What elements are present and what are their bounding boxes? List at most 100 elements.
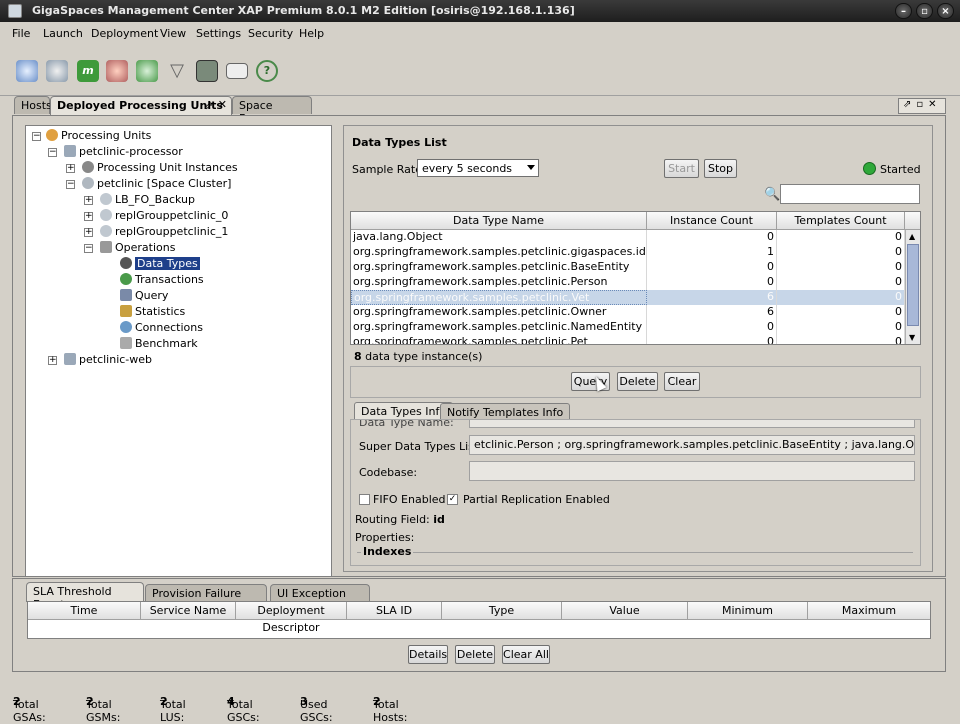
close-tab-icon[interactable]: ✕ bbox=[218, 98, 227, 111]
status-used-gscs: Used GSCs: 3 bbox=[300, 695, 333, 724]
delete-button[interactable]: Delete bbox=[617, 372, 658, 391]
super-types-field[interactable]: etclinic.Person ; org.springframework.sa… bbox=[469, 435, 915, 455]
expand-repl1-icon[interactable]: + bbox=[84, 228, 93, 237]
clear-button[interactable]: Clear bbox=[664, 372, 700, 391]
undeploy-icon[interactable] bbox=[46, 60, 68, 82]
events-delete-button[interactable]: Delete bbox=[455, 645, 495, 664]
table-scrollbar[interactable]: ▲ ▼ bbox=[905, 230, 920, 344]
tree-lb-fo-backup[interactable]: LB_FO_Backup bbox=[100, 193, 195, 206]
start-button[interactable]: Start bbox=[664, 159, 699, 178]
column-header-instances[interactable]: Instance Count bbox=[647, 212, 777, 230]
column-header-name[interactable]: Data Type Name bbox=[351, 212, 647, 230]
tab-hosts[interactable]: Hosts bbox=[14, 96, 52, 114]
console-icon[interactable] bbox=[226, 63, 248, 79]
search-input[interactable] bbox=[780, 184, 920, 204]
cluster-icon[interactable] bbox=[106, 60, 128, 82]
expand-web-icon[interactable]: + bbox=[48, 356, 57, 365]
table-row[interactable]: org.springframework.samples.petclinic.Pe… bbox=[351, 275, 905, 290]
tree-data-types[interactable]: Data Types bbox=[120, 257, 200, 270]
table-row-selected[interactable]: org.springframework.samples.petclinic.Ve… bbox=[351, 290, 905, 305]
cell-templates: 0 bbox=[777, 320, 905, 335]
data-type-name-field[interactable] bbox=[469, 420, 915, 428]
benchmark-icon bbox=[120, 337, 132, 349]
mule-icon[interactable]: m bbox=[77, 60, 99, 82]
tree-label: replGrouppetclinic_1 bbox=[115, 225, 229, 238]
refresh-icon[interactable] bbox=[136, 60, 158, 82]
close-button[interactable]: × bbox=[937, 3, 954, 19]
tab-sla-threshold-events[interactable]: SLA Threshold Events bbox=[26, 582, 144, 611]
sample-rate-select[interactable]: every 5 seconds bbox=[417, 159, 539, 177]
column-header-deployment-descriptor[interactable]: Deployment Descriptor bbox=[236, 602, 347, 634]
column-header-sla-id[interactable]: SLA ID bbox=[347, 602, 442, 620]
tree-benchmark[interactable]: Benchmark bbox=[120, 337, 198, 350]
tree-space-cluster[interactable]: petclinic [Space Cluster] bbox=[82, 177, 231, 190]
sample-rate-value: every 5 seconds bbox=[422, 162, 513, 175]
tab-provision-failure-events[interactable]: Provision Failure Events bbox=[145, 584, 267, 613]
partial-replication-checkbox[interactable]: ✓ bbox=[447, 494, 458, 505]
tree-query[interactable]: Query bbox=[120, 289, 168, 302]
deploy-icon[interactable] bbox=[16, 60, 38, 82]
processing-units-icon bbox=[46, 129, 58, 141]
table-row[interactable]: org.springframework.samples.petclinic.Ow… bbox=[351, 305, 905, 320]
menu-help[interactable]: Help bbox=[299, 27, 324, 40]
column-header-service-name[interactable]: Service Name bbox=[141, 602, 236, 620]
collapse-processor-icon[interactable]: − bbox=[48, 148, 57, 157]
tab-notify-templates-info[interactable]: Notify Templates Info bbox=[440, 403, 571, 420]
menu-security[interactable]: Security bbox=[248, 27, 293, 40]
fifo-checkbox[interactable] bbox=[359, 494, 370, 505]
table-row[interactable]: java.lang.Object 0 0 bbox=[351, 230, 905, 245]
column-header-templates[interactable]: Templates Count bbox=[777, 212, 905, 230]
menu-deployment[interactable]: Deployment bbox=[91, 27, 158, 40]
tab-data-types-info[interactable]: Data Types Info bbox=[354, 402, 454, 419]
tree-transactions[interactable]: Transactions bbox=[120, 273, 204, 286]
menu-view[interactable]: View bbox=[160, 27, 186, 40]
stop-button[interactable]: Stop bbox=[704, 159, 737, 178]
tree-processing-units[interactable]: Processing Units bbox=[46, 129, 151, 142]
expand-lb-icon[interactable]: + bbox=[84, 196, 93, 205]
expand-instances-icon[interactable]: + bbox=[66, 164, 75, 173]
column-header-type[interactable]: Type bbox=[442, 602, 562, 620]
scroll-down-icon[interactable]: ▼ bbox=[909, 333, 915, 342]
column-header-value[interactable]: Value bbox=[562, 602, 688, 620]
gateway-icon[interactable] bbox=[196, 60, 218, 82]
table-row[interactable]: org.springframework.samples.petclinic.Na… bbox=[351, 320, 905, 335]
menu-file[interactable]: File bbox=[12, 27, 30, 40]
tab-deployed-processing-units[interactable]: Deployed Processing Units ⇗ ✕ bbox=[50, 96, 232, 116]
table-row[interactable]: org.springframework.samples.petclinic.Ba… bbox=[351, 260, 905, 275]
scroll-up-icon[interactable]: ▲ bbox=[909, 232, 915, 241]
tree-repl-group-1[interactable]: replGrouppetclinic_1 bbox=[100, 225, 228, 238]
help-icon[interactable]: ? bbox=[256, 60, 278, 82]
tree-label: replGrouppetclinic_0 bbox=[115, 209, 229, 222]
tab-space-browser[interactable]: Space Browser bbox=[232, 96, 312, 125]
table-row[interactable]: org.springframework.samples.petclinic.Pe… bbox=[351, 335, 905, 344]
minimize-button[interactable]: – bbox=[895, 3, 912, 19]
tree-petclinic-processor[interactable]: petclinic-processor bbox=[64, 145, 183, 158]
app-icon bbox=[8, 4, 22, 18]
details-button[interactable]: Details bbox=[408, 645, 448, 664]
summary-text: 8 data type instance(s) bbox=[354, 350, 482, 363]
tree-connections[interactable]: Connections bbox=[120, 321, 203, 334]
tree-petclinic-web[interactable]: petclinic-web bbox=[64, 353, 152, 366]
column-header-minimum[interactable]: Minimum bbox=[688, 602, 808, 620]
column-header-time[interactable]: Time bbox=[28, 602, 141, 620]
menu-launch[interactable]: Launch bbox=[43, 27, 83, 40]
clear-all-button[interactable]: Clear All bbox=[502, 645, 550, 664]
table-row[interactable]: org.springframework.samples.petclinic.gi… bbox=[351, 245, 905, 260]
column-header-maximum[interactable]: Maximum bbox=[808, 602, 930, 620]
tree-processing-unit-instances[interactable]: Processing Unit Instances bbox=[82, 161, 238, 174]
menu-settings[interactable]: Settings bbox=[196, 27, 241, 40]
tree-operations[interactable]: Operations bbox=[100, 241, 175, 254]
codebase-field[interactable] bbox=[469, 461, 915, 481]
collapse-operations-icon[interactable]: − bbox=[84, 244, 93, 253]
maximize-button[interactable]: ▫ bbox=[916, 3, 933, 19]
pin-icon[interactable]: ⇗ bbox=[204, 99, 213, 112]
tree-repl-group-0[interactable]: replGrouppetclinic_0 bbox=[100, 209, 228, 222]
panel-controls[interactable]: ⇗▫✕ bbox=[898, 98, 946, 114]
filter-icon[interactable]: ▽ bbox=[166, 60, 188, 82]
tree-statistics[interactable]: Statistics bbox=[120, 305, 185, 318]
collapse-root-icon[interactable]: − bbox=[32, 132, 41, 141]
scroll-thumb[interactable] bbox=[907, 244, 919, 326]
expand-repl0-icon[interactable]: + bbox=[84, 212, 93, 221]
collapse-cluster-icon[interactable]: − bbox=[66, 180, 75, 189]
tab-ui-exception-table[interactable]: UI Exception Table bbox=[270, 584, 370, 613]
